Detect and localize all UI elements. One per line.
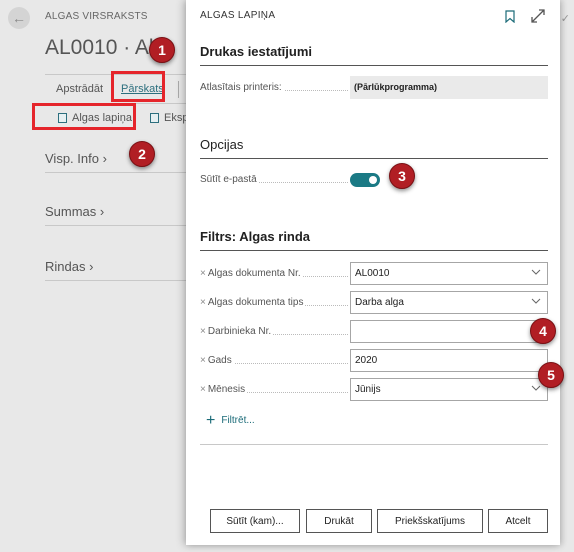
document-no-value: AL0010 — [355, 268, 390, 279]
highlight-reports — [111, 71, 165, 102]
month-value: Jūnijs — [355, 384, 381, 395]
bookmark-icon[interactable] — [505, 10, 515, 23]
payslip-dialog: ALGAS LAPIŅA Drukas iestatījumi Atlasīta… — [186, 0, 560, 545]
page-caption: ALGAS VIRSRAKSTS — [45, 11, 148, 22]
send-email-toggle[interactable] — [350, 173, 380, 187]
section-totals[interactable]: Summas › — [45, 204, 186, 226]
section-general[interactable]: Visp. Info › — [45, 151, 186, 173]
filter-label: Algas dokumenta Nr. — [207, 268, 301, 279]
filter-year: × Gads 2020 — [200, 349, 548, 373]
filter-month: × Mēnesis Jūnijs — [200, 378, 548, 402]
toggle-knob — [369, 176, 377, 184]
chevron-down-icon[interactable] — [531, 267, 541, 277]
employee-no-input[interactable] — [350, 320, 548, 343]
report-icon — [150, 113, 159, 123]
remove-filter-icon[interactable]: × — [200, 355, 206, 366]
print-settings-heading: Drukas iestatījumi — [200, 44, 548, 66]
chevron-down-icon[interactable] — [531, 383, 541, 393]
filter-label: Darbinieka Nr. — [207, 326, 272, 337]
callout-3: 3 — [389, 163, 415, 189]
document-no-input[interactable]: AL0010 — [350, 262, 548, 285]
add-filter-label: Filtrēt... — [221, 415, 255, 426]
section-lines[interactable]: Rindas › — [45, 259, 186, 281]
expand-icon[interactable] — [530, 8, 546, 24]
remove-filter-icon[interactable]: × — [200, 326, 206, 337]
document-type-select[interactable]: Darba alga — [350, 291, 548, 314]
chevron-down-icon[interactable] — [531, 296, 541, 306]
printer-field: Atlasītais printeris: (Pārlūkprogramma) — [200, 76, 548, 100]
callout-1: 1 — [149, 37, 175, 63]
highlight-payslip — [32, 103, 136, 130]
remove-filter-icon[interactable]: × — [200, 268, 206, 279]
print-button[interactable]: Drukāt — [306, 509, 372, 533]
send-to-button[interactable]: Sūtīt (kam)... — [210, 509, 300, 533]
checkmark-icon: ✓ — [560, 13, 570, 25]
remove-filter-icon[interactable]: × — [200, 384, 206, 395]
year-value: 2020 — [355, 355, 378, 366]
year-input[interactable]: 2020 — [350, 349, 548, 372]
chevron-right-icon: › — [85, 259, 94, 274]
send-email-field: Sūtīt e-pastā — [200, 168, 548, 192]
printer-label: Atlasītais printeris: — [200, 82, 284, 93]
section-general-label: Visp. Info — [45, 151, 99, 166]
callout-5: 5 — [538, 362, 564, 388]
back-arrow-icon[interactable]: ← — [8, 7, 30, 29]
send-email-label: Sūtīt e-pastā — [200, 174, 259, 185]
chevron-right-icon: › — [98, 151, 107, 166]
page-title: AL0010 · Al — [45, 36, 154, 59]
filter-document-type: × Algas dokumenta tips Darba alga — [200, 291, 548, 315]
document-type-value: Darba alga — [355, 297, 404, 308]
callout-4: 4 — [530, 318, 556, 344]
chevron-right-icon: › — [96, 204, 105, 219]
filter-employee-no: × Darbinieka Nr. — [200, 320, 548, 344]
filter-label: Gads — [207, 355, 232, 366]
filters-heading: Filtrs: Algas rinda — [200, 229, 548, 251]
month-select[interactable]: Jūnijs — [350, 378, 548, 401]
menu-process[interactable]: Apstrādāt — [56, 83, 103, 95]
menu-separator — [178, 81, 179, 98]
filter-label: Algas dokumenta tips — [207, 297, 304, 308]
filter-document-no: × Algas dokumenta Nr. AL0010 — [200, 262, 548, 286]
remove-filter-icon[interactable]: × — [200, 297, 206, 308]
divider — [200, 444, 548, 445]
section-totals-label: Summas — [45, 204, 97, 219]
cancel-button[interactable]: Atcelt — [488, 509, 548, 533]
preview-button[interactable]: Priekšskatījums — [377, 509, 483, 533]
printer-value[interactable]: (Pārlūkprogramma) — [350, 76, 548, 99]
section-lines-label: Rindas — [45, 259, 86, 274]
plus-icon: + — [206, 411, 216, 429]
callout-2: 2 — [129, 141, 155, 167]
dialog-caption: ALGAS LAPIŅA — [200, 10, 276, 21]
filter-label: Mēnesis — [207, 384, 246, 395]
options-heading: Opcijas — [200, 137, 548, 159]
add-filter-link[interactable]: + Filtrēt... — [206, 411, 255, 429]
